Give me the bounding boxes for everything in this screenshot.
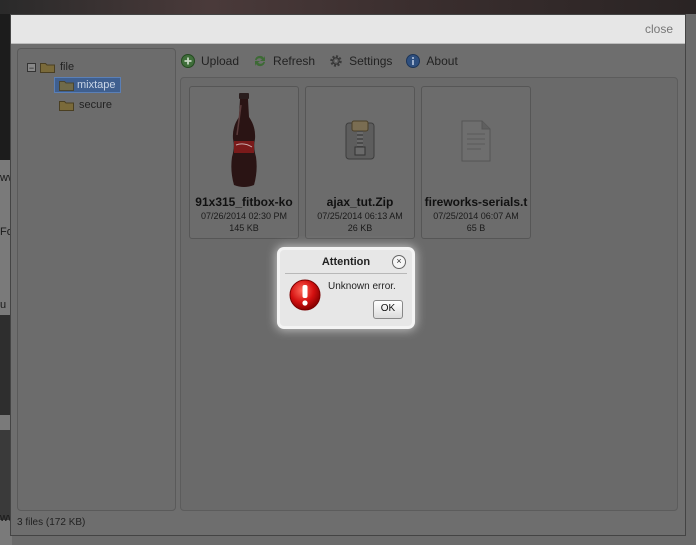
settings-button[interactable]: Settings <box>329 54 392 68</box>
folder-icon <box>59 100 74 111</box>
file-card[interactable]: 91x315_fitbox-ko 07/26/2014 02:30 PM 145… <box>189 86 299 239</box>
folder-icon <box>40 62 55 73</box>
file-card[interactable]: fireworks-serials.t 07/25/2014 06:07 AM … <box>421 86 531 239</box>
dialog-close-icon[interactable]: × <box>392 255 406 269</box>
file-date: 07/26/2014 02:30 PM <box>200 211 288 221</box>
file-card[interactable]: ajax_tut.Zip 07/25/2014 06:13 AM 26 KB <box>305 86 415 239</box>
background-banner <box>0 0 696 14</box>
file-name: ajax_tut.Zip <box>326 195 394 209</box>
dialog-message: Unknown error. <box>328 281 396 292</box>
dialog-divider <box>285 273 407 274</box>
file-name: 91x315_fitbox-ko <box>195 195 293 209</box>
tree-item-label: secure <box>79 99 113 111</box>
upload-label: Upload <box>201 54 240 68</box>
coke-bottle-thumbnail <box>190 89 298 193</box>
settings-label: Settings <box>349 54 393 68</box>
file-grid: 91x315_fitbox-ko 07/26/2014 02:30 PM 145… <box>180 77 678 511</box>
about-label: About <box>426 54 458 68</box>
ok-button[interactable]: OK <box>373 300 403 319</box>
tree-collapse-toggle[interactable]: − <box>27 62 36 72</box>
file-size: 65 B <box>466 223 486 233</box>
zip-archive-icon <box>306 89 414 193</box>
status-bar: 3 files (172 KB) <box>17 517 86 528</box>
toolbar: Upload Refresh Settings About <box>181 51 472 71</box>
file-date: 07/25/2014 06:07 AM <box>433 211 519 221</box>
tree-item-label: file <box>60 61 75 73</box>
file-date: 07/25/2014 06:13 AM <box>317 211 403 221</box>
tree-item-mixtape[interactable]: mixtape <box>54 77 121 93</box>
folder-tree: − file mixtape secure <box>17 48 176 511</box>
tree-item-file[interactable]: − file <box>27 59 74 75</box>
tree-item-secure[interactable]: secure <box>59 97 112 113</box>
upload-button[interactable]: Upload <box>181 54 239 68</box>
refresh-icon <box>253 54 267 68</box>
attention-dialog: Attention × Unknown error. OK <box>280 250 412 326</box>
file-size: 145 KB <box>229 223 259 233</box>
window-titlebar: close <box>11 15 685 44</box>
file-name: fireworks-serials.t <box>424 195 528 209</box>
info-icon <box>406 54 421 68</box>
error-icon <box>289 279 321 311</box>
background-text-fragment: u <box>0 299 7 311</box>
text-document-icon <box>422 89 530 193</box>
upload-icon <box>181 54 195 68</box>
refresh-label: Refresh <box>273 54 316 68</box>
about-button[interactable]: About <box>406 54 458 68</box>
folder-icon <box>59 80 74 91</box>
gear-icon <box>329 54 343 68</box>
window-close-link[interactable]: close <box>645 22 673 36</box>
file-size: 26 KB <box>347 223 373 233</box>
refresh-button[interactable]: Refresh <box>253 54 315 68</box>
